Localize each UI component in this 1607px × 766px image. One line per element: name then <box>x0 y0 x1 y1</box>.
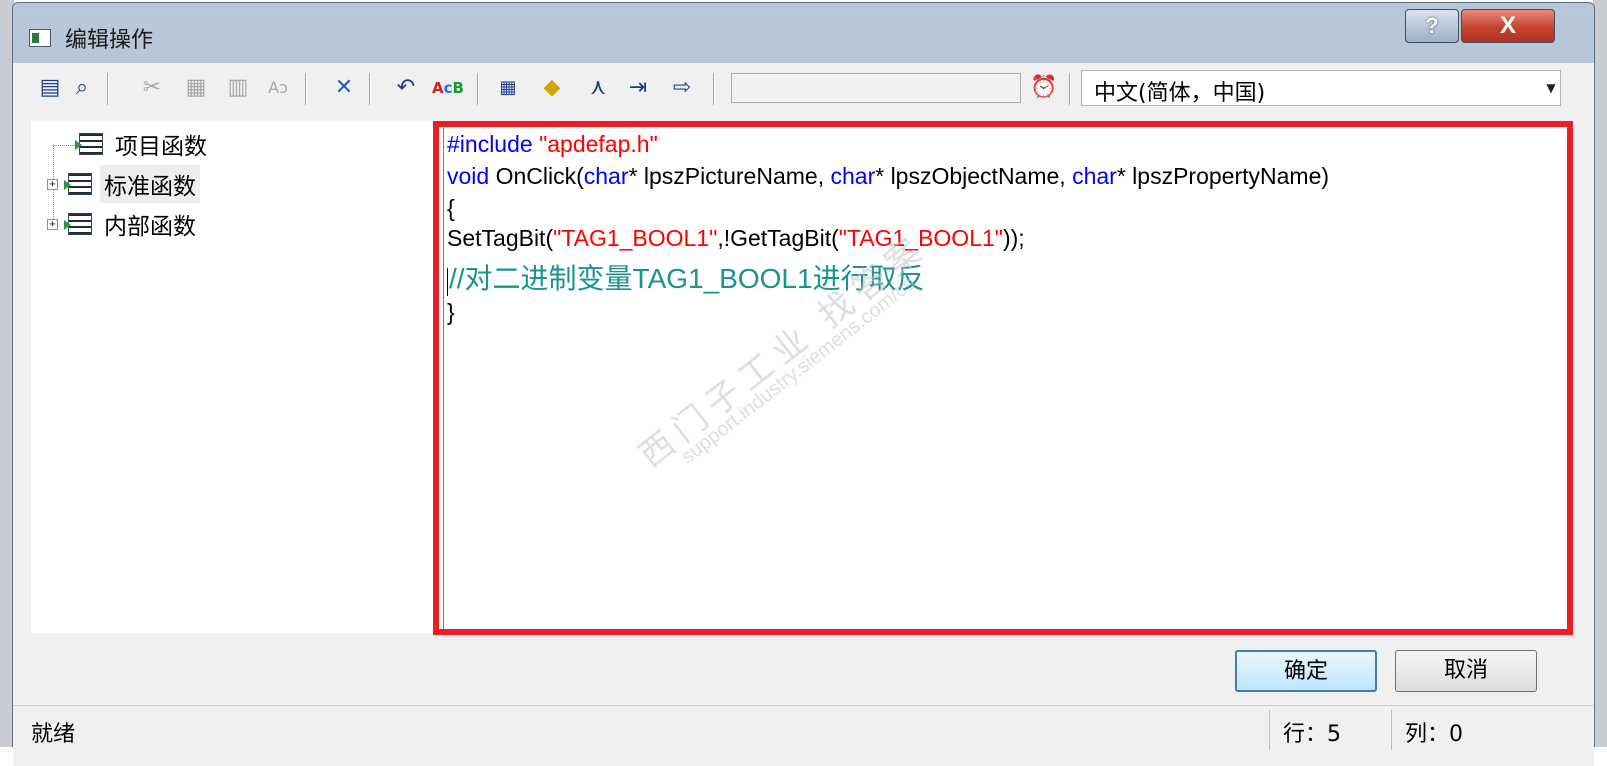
code-token: )); <box>1002 225 1025 251</box>
close-button[interactable]: X <box>1461 9 1555 43</box>
code-token: * lpszObjectName, <box>875 163 1073 189</box>
code-token: "apdefap.h" <box>539 131 658 157</box>
code-token: char <box>830 163 876 189</box>
delete-icon[interactable]: ✕ <box>329 73 359 103</box>
code-token: ,!GetTagBit( <box>717 225 839 251</box>
status-separator <box>1391 710 1392 750</box>
code-line-3: { <box>447 195 455 221</box>
chevron-down-icon[interactable]: ▼ <box>1542 71 1560 105</box>
compass-icon[interactable]: ⋏ <box>583 73 613 103</box>
code-token: * lpszPictureName, <box>628 163 831 189</box>
title-bar[interactable]: 编辑操作 ? X <box>13 3 1594 63</box>
toolbar: ▤ ⌕ ✂ ▦ ▥ Aↄ ✕ ↶ AcB ▦ ◆ ⋏ ⇥ ⇨ ⏰ 中文(简体，中… <box>13 63 1594 122</box>
toolbar-separator <box>477 73 479 105</box>
function-folder-icon <box>75 130 105 158</box>
toolbar-separator <box>369 73 371 105</box>
code-token: * lpszPropertyName) <box>1116 163 1330 189</box>
cursor-col-indicator: 列：0 <box>1405 722 1463 747</box>
status-separator <box>1269 710 1270 750</box>
expand-icon[interactable]: + <box>47 218 58 230</box>
find-icon[interactable]: ⌕ <box>67 73 97 103</box>
help-button[interactable]: ? <box>1405 9 1459 43</box>
dialog-client-area: 项目函数 + 标准函数 + 内部函数 #include "apdefap.h" … <box>13 121 1594 766</box>
tree-item-internal-functions[interactable]: + 内部函数 <box>47 207 200 241</box>
background-window-edge-right <box>1593 0 1607 747</box>
import-icon[interactable]: ⇥ <box>623 73 653 103</box>
tree-item-label: 标准函数 <box>100 165 200 203</box>
dialog-title: 编辑操作 <box>65 28 154 53</box>
cancel-button[interactable]: 取消 <box>1395 650 1537 692</box>
language-select[interactable]: 中文(简体，中国) ▼ <box>1081 70 1561 106</box>
cut-icon[interactable]: ✂ <box>137 73 167 103</box>
tree-item-standard-functions[interactable]: + 标准函数 <box>47 165 200 203</box>
function-tree: 项目函数 + 标准函数 + 内部函数 <box>31 121 434 633</box>
code-token: "TAG1_BOOL1" <box>553 225 718 251</box>
window-app-icon <box>29 29 51 47</box>
tree-item-label: 内部函数 <box>104 214 196 240</box>
toolbar-separator <box>305 73 307 105</box>
function-folder-icon <box>64 210 94 238</box>
cube-icon[interactable]: ◆ <box>537 73 567 103</box>
function-folder-icon <box>64 170 94 198</box>
status-text: 就绪 <box>31 722 76 747</box>
text-caret <box>447 267 448 296</box>
language-select-value: 中文(简体，中国) <box>1094 81 1266 106</box>
abc-icon[interactable]: AcB <box>432 73 464 103</box>
cursor-row-indicator: 行：5 <box>1283 722 1341 747</box>
status-bar: 就绪 行：5 列：0 <box>13 705 1594 766</box>
code-editor[interactable]: #include "apdefap.h" void OnClick(char* … <box>443 127 1567 629</box>
tree-item-project-functions[interactable]: 项目函数 <box>69 127 211 161</box>
expand-icon[interactable]: + <box>47 178 58 190</box>
toolbar-separator <box>1069 73 1071 105</box>
code-line-4: SetTagBit("TAG1_BOOL1",!GetTagBit("TAG1_… <box>447 225 1025 252</box>
code-line-1: #include "apdefap.h" <box>447 131 658 158</box>
ok-button[interactable]: 确定 <box>1235 650 1377 692</box>
code-line-2: void OnClick(char* lpszPictureName, char… <box>447 163 1329 190</box>
undo-icon[interactable]: ↶ <box>391 73 421 103</box>
edit-action-dialog: 编辑操作 ? X ▤ ⌕ ✂ ▦ ▥ Aↄ ✕ ↶ AcB ▦ ◆ ⋏ ⇥ ⇨ … <box>12 2 1595 766</box>
code-token: char <box>583 163 629 189</box>
code-token: char <box>1072 163 1117 189</box>
replace-icon[interactable]: Aↄ <box>263 73 293 103</box>
code-token: SetTagBit( <box>447 225 554 251</box>
counter-icon[interactable]: ▦ <box>493 73 523 103</box>
code-editor-highlight: #include "apdefap.h" void OnClick(char* … <box>433 121 1573 635</box>
code-token: OnClick( <box>489 163 584 189</box>
code-line-6: } <box>447 299 455 325</box>
toolbar-separator <box>107 73 109 105</box>
export-icon[interactable]: ⇨ <box>667 73 697 103</box>
copy-icon[interactable]: ▦ <box>181 73 211 103</box>
tree-item-label: 项目函数 <box>115 134 207 160</box>
timer-icon[interactable]: ⏰ <box>1029 73 1059 103</box>
code-token: void <box>447 163 490 189</box>
toolbar-separator <box>713 73 715 105</box>
toolbar-text-field[interactable] <box>731 73 1021 103</box>
code-token: #include <box>447 131 533 157</box>
paste-icon[interactable]: ▥ <box>223 73 253 103</box>
save-icon[interactable]: ▤ <box>35 73 65 103</box>
